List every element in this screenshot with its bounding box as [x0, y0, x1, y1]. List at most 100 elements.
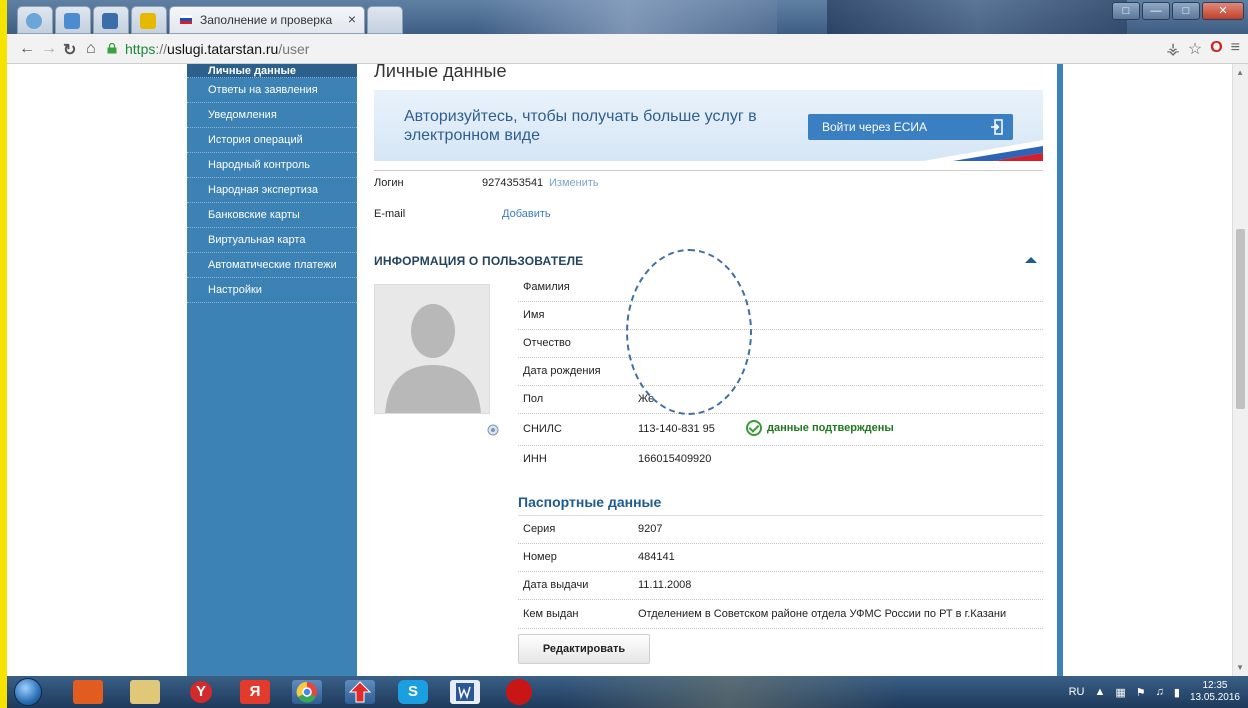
yandex-icon[interactable]: Я [240, 680, 270, 704]
sidebar-item-virtual-card[interactable]: Виртуальная карта [187, 228, 357, 253]
field-row-last-name: Фамилия [518, 274, 1043, 302]
tab-pinned-4[interactable] [131, 6, 167, 34]
passport-issued-by-value: Отделением в Советском районе отдела УФМ… [638, 608, 1007, 620]
star-icon[interactable]: ☆ [1188, 39, 1202, 59]
change-login-link[interactable]: Изменить [549, 177, 599, 189]
clock-time: 12:35 [1202, 680, 1228, 691]
passport-issue-date-value: 11.11.2008 [638, 579, 692, 591]
opera-taskbar-icon[interactable] [506, 679, 532, 705]
key-icon[interactable]: ⚶ [1166, 39, 1180, 59]
tab-pinned-3[interactable] [93, 6, 129, 34]
passport-issue-date-label: Дата выдачи [523, 579, 589, 591]
page-scrollbar[interactable]: ▲ ▼ [1232, 64, 1248, 676]
gender-label: Пол [523, 393, 544, 405]
lock-icon [107, 43, 117, 54]
sidebar: Личные данные Ответы на заявления Уведом… [187, 64, 357, 676]
sidebar-item-settings[interactable]: Настройки [187, 278, 357, 303]
new-tab-button[interactable] [367, 6, 403, 34]
maximize-icon[interactable]: □ [1172, 2, 1200, 20]
tab-close-icon[interactable]: × [348, 11, 356, 27]
verified-text: данные подтверждены [767, 421, 894, 434]
redaction-oval [626, 249, 752, 415]
scroll-down-icon[interactable]: ▼ [1236, 663, 1244, 672]
network-icon[interactable]: ▦ [1115, 686, 1125, 699]
camera-icon[interactable] [487, 424, 499, 436]
add-email-link[interactable]: Добавить [502, 208, 551, 220]
clock[interactable]: 12:35 13.05.2016 [1190, 680, 1240, 704]
login-label: Логин [374, 177, 404, 189]
field-row-passport-series: Серия 9207 [518, 516, 1043, 544]
patronymic-label: Отчество [523, 337, 571, 349]
volume-icon[interactable]: ♫ [1156, 686, 1164, 698]
yandex-glyph: Я [249, 683, 261, 700]
browser-tabstrip: Заполнение и проверка × □ — □ ✕ [7, 0, 1248, 34]
birth-date-label: Дата рождения [523, 365, 601, 377]
folder-icon[interactable] [130, 680, 160, 704]
sidebar-item-history[interactable]: История операций [187, 128, 357, 153]
email-label: E-mail [374, 208, 406, 220]
tab-pinned-1[interactable] [17, 6, 53, 34]
esia-login-label: Войти через ЕСИА [822, 120, 928, 134]
tab-pinned-2[interactable] [55, 6, 91, 34]
word-icon[interactable] [450, 680, 480, 704]
field-row-passport-issue-date: Дата выдачи 11.11.2008 [518, 572, 1043, 600]
sidebar-item-responses[interactable]: Ответы на заявления [187, 78, 357, 103]
url-field[interactable]: https://uslugi.tatarstan.ru/user [125, 41, 309, 57]
close-window-icon[interactable]: ✕ [1202, 2, 1244, 20]
yandex-browser-icon[interactable]: Y [186, 680, 216, 704]
start-button-icon[interactable] [14, 678, 42, 706]
up-arrow-app-icon[interactable] [345, 680, 375, 704]
sidebar-item-bank-cards[interactable]: Банковские карты [187, 203, 357, 228]
reload-icon[interactable]: ↻ [63, 40, 76, 60]
minimize-icon[interactable]: — [1142, 2, 1170, 20]
tab-active[interactable]: Заполнение и проверка × [169, 6, 365, 34]
chart-icon [102, 13, 118, 29]
url-separator: :// [155, 41, 168, 57]
yandex-browser-glyph: Y [190, 681, 212, 703]
picture-icon [64, 13, 80, 29]
address-bar: ← → ↻ ⌂ https://uslugi.tatarstan.ru/user… [7, 34, 1248, 64]
word-logo-icon [456, 683, 474, 701]
tab-title: Заполнение и проверка [200, 13, 333, 27]
page-title: Личные данные [374, 61, 507, 81]
restore-icon[interactable]: □ [1112, 2, 1140, 20]
battery-icon[interactable]: ▮ [1174, 686, 1180, 699]
russia-flag-icon [179, 15, 193, 24]
skype-icon[interactable]: S [398, 680, 428, 704]
menu-icon[interactable]: ≡ [1231, 39, 1240, 59]
snils-label: СНИЛС [523, 423, 562, 435]
collapse-arrow-icon[interactable] [1025, 257, 1037, 263]
url-path: /user [278, 41, 310, 57]
sidebar-item-public-control[interactable]: Народный контроль [187, 153, 357, 178]
chrome-icon[interactable] [292, 680, 322, 704]
scroll-up-icon[interactable]: ▲ [1236, 68, 1244, 77]
language-indicator[interactable]: RU [1069, 686, 1085, 698]
edit-button[interactable]: Редактировать [518, 634, 650, 664]
divider [374, 170, 1043, 171]
sidebar-item-public-expertise[interactable]: Народная экспертиза [187, 178, 357, 203]
clock-date: 13.05.2016 [1189, 692, 1240, 703]
opera-icon[interactable]: O [1210, 39, 1222, 59]
scrollbar-thumb[interactable] [1236, 229, 1245, 409]
user-silhouette-icon [375, 285, 489, 413]
first-name-label: Имя [523, 309, 545, 321]
window-controls: □ — □ ✕ [1112, 2, 1244, 22]
snils-value: 113-140-831 95 [638, 423, 715, 435]
url-scheme: https [125, 41, 156, 57]
sidebar-item-notifications[interactable]: Уведомления [187, 103, 357, 128]
flag-icon[interactable]: ⚑ [1136, 686, 1146, 699]
last-name-label: Фамилия [523, 281, 570, 293]
sidebar-item-personal-data[interactable]: Личные данные [187, 64, 357, 78]
field-row-birth-date: Дата рождения [518, 358, 1043, 386]
home-icon[interactable]: ⌂ [86, 40, 96, 58]
inn-value: 166015409920 [638, 453, 712, 465]
back-icon[interactable]: ← [19, 40, 35, 58]
forward-icon[interactable]: → [41, 40, 57, 58]
media-player-icon[interactable] [73, 680, 103, 704]
red-arrow-icon [348, 681, 372, 703]
sidebar-item-auto-payments[interactable]: Автоматические платежи [187, 253, 357, 278]
chrome-logo-icon [296, 681, 317, 703]
login-value: 9274353541 [482, 177, 544, 189]
passport-number-label: Номер [523, 551, 557, 563]
tray-expand-icon[interactable]: ▲ [1094, 686, 1105, 698]
